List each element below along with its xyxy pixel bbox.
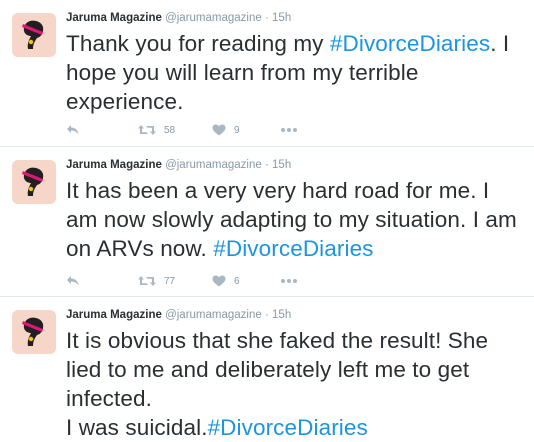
avatar[interactable]: [12, 160, 56, 204]
reply-button[interactable]: [66, 122, 80, 138]
retweet-icon: [138, 125, 156, 135]
tweet-feed: Jaruma Magazine @jarumamagazine · 15h Th…: [0, 0, 534, 441]
tweet-actions: 58 9: [66, 122, 366, 138]
retweet-button[interactable]: 77: [138, 273, 175, 289]
tweet-header: Jaruma Magazine @jarumamagazine · 15h: [66, 11, 291, 25]
tweet[interactable]: Jaruma Magazine @jarumamagazine · 15h It…: [0, 147, 534, 297]
retweet-icon: [138, 276, 156, 286]
separator-dot: ·: [264, 12, 269, 24]
tweet-text-part: I was suicidal.: [66, 415, 208, 440]
tweet-text: It is obvious that she faked the result!…: [66, 326, 526, 442]
reply-icon: [67, 276, 79, 286]
silhouette-avatar-icon: [22, 167, 44, 196]
hashtag-link[interactable]: #DivorceDiaries: [330, 31, 490, 56]
tweet-text-part: It is obvious that she faked the result!…: [66, 328, 489, 411]
tweet[interactable]: Jaruma Magazine @jarumamagazine · 15h Th…: [0, 0, 534, 147]
separator-dot: ·: [264, 309, 269, 321]
timestamp[interactable]: 15h: [272, 12, 291, 24]
timestamp[interactable]: 15h: [272, 159, 291, 171]
tweet-text: It has been a very very hard road for me…: [66, 176, 526, 263]
tweet-text-part: Thank you for reading my: [66, 31, 330, 56]
retweet-count: 58: [164, 124, 176, 136]
author-name[interactable]: Jaruma Magazine: [66, 159, 162, 171]
avatar[interactable]: [12, 13, 56, 57]
like-count: 6: [234, 275, 240, 287]
separator-dot: ·: [264, 159, 269, 171]
silhouette-avatar-icon: [22, 317, 44, 346]
more-button[interactable]: [280, 273, 298, 289]
retweet-button[interactable]: 58: [138, 122, 175, 138]
like-button[interactable]: 9: [212, 122, 240, 138]
more-dots-icon: [281, 128, 297, 132]
timestamp[interactable]: 15h: [272, 309, 291, 321]
more-button[interactable]: [280, 122, 298, 138]
author-handle[interactable]: @jarumamagazine: [165, 12, 262, 24]
avatar[interactable]: [12, 310, 56, 354]
retweet-count: 77: [164, 275, 176, 287]
reply-icon: [67, 125, 79, 135]
tweet-text: Thank you for reading my #DivorceDiaries…: [66, 29, 526, 116]
silhouette-avatar-icon: [22, 20, 44, 49]
tweet[interactable]: Jaruma Magazine @jarumamagazine · 15h It…: [0, 297, 534, 441]
author-handle[interactable]: @jarumamagazine: [165, 309, 262, 321]
heart-icon: [212, 275, 226, 287]
hashtag-link[interactable]: #DivorceDiaries: [208, 415, 368, 440]
tweet-header: Jaruma Magazine @jarumamagazine · 15h: [66, 308, 291, 322]
reply-button[interactable]: [66, 273, 80, 289]
more-dots-icon: [281, 279, 297, 283]
like-button[interactable]: 6: [212, 273, 240, 289]
tweet-actions: 77 6: [66, 273, 366, 289]
heart-icon: [212, 124, 226, 136]
author-name[interactable]: Jaruma Magazine: [66, 12, 162, 24]
author-handle[interactable]: @jarumamagazine: [165, 159, 262, 171]
like-count: 9: [234, 124, 240, 136]
author-name[interactable]: Jaruma Magazine: [66, 309, 162, 321]
hashtag-link[interactable]: #DivorceDiaries: [213, 236, 373, 261]
tweet-header: Jaruma Magazine @jarumamagazine · 15h: [66, 158, 291, 172]
